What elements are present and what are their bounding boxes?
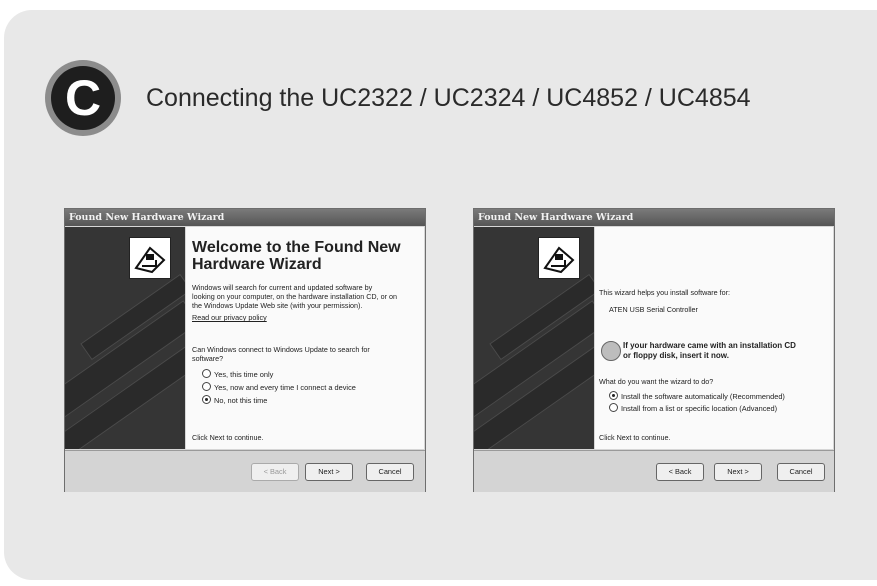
intro-text: This wizard helps you install software f… bbox=[599, 288, 731, 297]
cancel-button[interactable]: Cancel bbox=[366, 463, 414, 481]
wizard-heading: Welcome to the Found New Hardware Wizard bbox=[192, 239, 401, 273]
wizard-content: This wizard helps you install software f… bbox=[595, 227, 833, 449]
wizard-side-banner bbox=[65, 227, 185, 449]
radio-button-selected[interactable] bbox=[609, 391, 618, 400]
step-badge: C bbox=[45, 60, 121, 136]
wizard-content: Welcome to the Found New Hardware Wizard… bbox=[186, 227, 424, 449]
window-title: Found New Hardware Wizard bbox=[65, 209, 425, 226]
wizard-window-welcome: Found New Hardware Wizard Welcome to the… bbox=[64, 208, 426, 492]
continue-hint: Click Next to continue. bbox=[192, 433, 264, 442]
page-title: Connecting the UC2322 / UC2324 / UC4852 … bbox=[146, 84, 751, 112]
radio-button[interactable] bbox=[202, 382, 211, 391]
hardware-wizard-icon bbox=[538, 237, 580, 279]
cancel-button[interactable]: Cancel bbox=[777, 463, 825, 481]
window-title: Found New Hardware Wizard bbox=[474, 209, 834, 226]
step-badge-letter: C bbox=[51, 66, 115, 130]
hardware-wizard-icon bbox=[129, 237, 171, 279]
cd-icon bbox=[601, 341, 621, 361]
radio-option-yes-always[interactable]: Yes, now and every time I connect a devi… bbox=[202, 382, 356, 392]
wizard-window-install: Found New Hardware Wizard This wizard he… bbox=[473, 208, 835, 492]
wizard-question: What do you want the wizard to do? bbox=[599, 377, 714, 386]
privacy-policy-link[interactable]: Read our privacy policy bbox=[192, 313, 267, 322]
update-question: Can Windows connect to Windows Update to… bbox=[192, 345, 370, 364]
radio-button[interactable] bbox=[609, 403, 618, 412]
radio-button-selected[interactable] bbox=[202, 395, 211, 404]
wizard-side-banner bbox=[474, 227, 594, 449]
radio-option-install-auto[interactable]: Install the software automatically (Reco… bbox=[609, 391, 785, 401]
next-button[interactable]: Next > bbox=[714, 463, 762, 481]
wizard-footer: < Back Next > Cancel bbox=[65, 450, 425, 492]
radio-option-install-list[interactable]: Install from a list or specific location… bbox=[609, 403, 777, 413]
back-button[interactable]: < Back bbox=[656, 463, 704, 481]
intro-text: Windows will search for current and upda… bbox=[192, 283, 397, 311]
cd-instruction: If your hardware came with an installati… bbox=[623, 341, 796, 360]
radio-option-yes-once[interactable]: Yes, this time only bbox=[202, 369, 273, 379]
continue-hint: Click Next to continue. bbox=[599, 433, 671, 442]
next-button[interactable]: Next > bbox=[305, 463, 353, 481]
back-button[interactable]: < Back bbox=[251, 463, 299, 481]
device-name: ATEN USB Serial Controller bbox=[609, 305, 698, 314]
radio-option-no[interactable]: No, not this time bbox=[202, 395, 267, 405]
radio-button[interactable] bbox=[202, 369, 211, 378]
wizard-footer: < Back Next > Cancel bbox=[474, 450, 834, 492]
